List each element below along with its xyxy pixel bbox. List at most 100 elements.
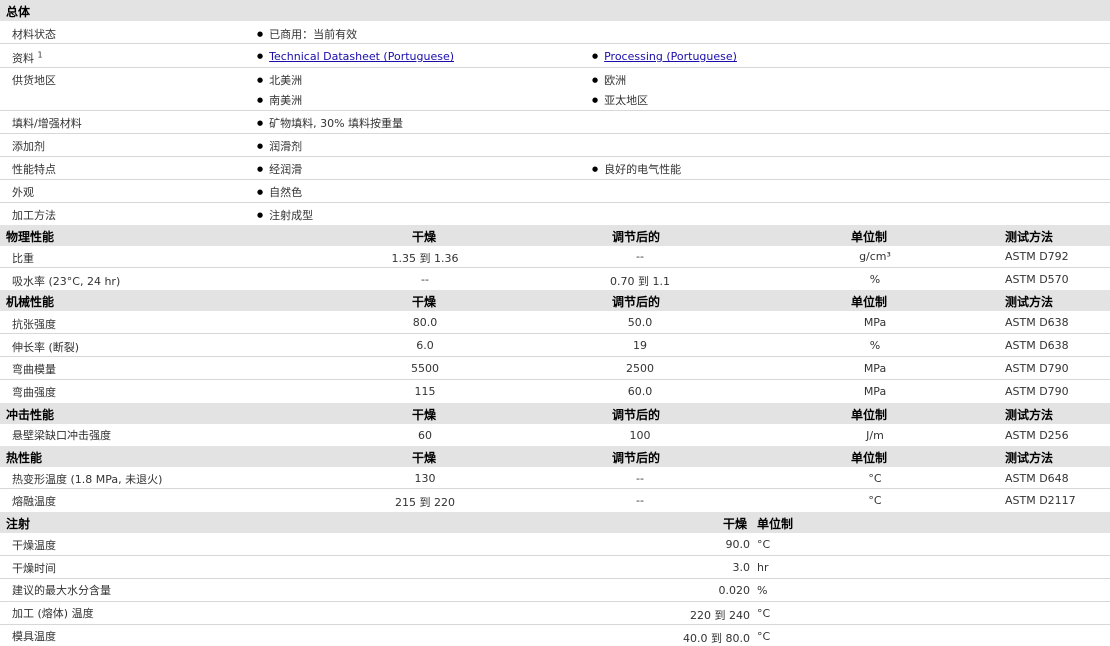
method-value: ASTM D790 [1005, 385, 1069, 398]
unit-value: g/cm³ [859, 250, 891, 263]
row-label: 资料 1 [12, 50, 43, 66]
table-row: 建议的最大水分含量 0.020 % [0, 579, 1110, 602]
section-title-thermal: 热性能 [6, 451, 43, 465]
section-title-physical: 物理性能 [6, 230, 55, 244]
table-row: 吸水率 (23°C, 24 hr) -- 0.70 到 1.1 % ASTM D… [0, 268, 1110, 290]
value: 0.020 [718, 584, 751, 597]
section-title-mechanical: 机械性能 [6, 295, 55, 309]
row-label: 建议的最大水分含量 [12, 584, 111, 597]
row-label: 吸水率 (23°C, 24 hr) [12, 275, 121, 288]
region-item: 亚太地区 [592, 92, 648, 108]
row-label: 外观 [12, 186, 34, 199]
general-row-regions: 供货地区 北美洲 欧洲 南美洲 亚太地区 [0, 68, 1110, 111]
row-value: 经润滑 [257, 161, 302, 177]
region-item: 南美洲 [257, 92, 302, 108]
dry-value: 5500 [411, 362, 439, 375]
general-row-features: 性能特点 经润滑 良好的电气性能 [0, 157, 1110, 180]
row-label: 热变形温度 (1.8 MPa, 未退火) [12, 473, 163, 486]
col-unit: 单位制 [851, 230, 888, 244]
conditioned-value: 100 [629, 429, 651, 442]
row-label: 供货地区 [12, 74, 56, 87]
row-value: 已商用：当前有效 [257, 26, 357, 42]
row-label: 抗张强度 [12, 318, 56, 331]
col-unit: 单位制 [757, 517, 794, 531]
unit-value: MPa [863, 316, 887, 329]
general-row-docs: 资料 1 Technical Datasheet (Portuguese) Pr… [0, 44, 1110, 68]
conditioned-value: -- [636, 472, 644, 485]
conditioned-value: 60.0 [627, 385, 653, 398]
col-method: 测试方法 [1005, 230, 1054, 244]
unit-value: hr [757, 561, 769, 574]
col-dry: 干燥 [412, 451, 437, 465]
unit-value: °C [757, 538, 771, 551]
method-value: ASTM D790 [1005, 362, 1069, 375]
col-dry: 干燥 [412, 230, 437, 244]
table-row: 加工 (熔体) 温度 220 到 240 °C [0, 602, 1110, 625]
row-label: 添加剂 [12, 140, 45, 153]
method-value: ASTM D792 [1005, 250, 1069, 263]
technical-datasheet-link[interactable]: Technical Datasheet (Portuguese) [269, 50, 454, 63]
col-unit: 单位制 [851, 451, 888, 465]
col-unit: 单位制 [851, 408, 888, 422]
method-value: ASTM D2117 [1005, 494, 1076, 507]
doc-link-item: Technical Datasheet (Portuguese) [257, 50, 454, 63]
table-row: 干燥时间 3.0 hr [0, 556, 1110, 579]
general-row-process: 加工方法 注射成型 [0, 203, 1110, 225]
doc-link-item: Processing (Portuguese) [592, 50, 737, 63]
method-value: ASTM D638 [1005, 316, 1069, 329]
section-title-impact: 冲击性能 [6, 408, 55, 422]
dry-value: 1.35 到 1.36 [391, 252, 459, 265]
unit-value: MPa [863, 385, 887, 398]
row-label: 悬壁梁缺口冲击强度 [12, 429, 111, 442]
general-row-appearance: 外观 自然色 [0, 180, 1110, 203]
table-row: 热变形温度 (1.8 MPa, 未退火) 130 -- °C ASTM D648 [0, 467, 1110, 489]
conditioned-value: -- [636, 250, 644, 263]
conditioned-value: 2500 [626, 362, 654, 375]
row-label: 比重 [12, 252, 34, 265]
col-conditioned: 调节后的 [612, 451, 661, 465]
processing-link[interactable]: Processing (Portuguese) [604, 50, 737, 63]
col-dry: 干燥 [723, 517, 748, 531]
row-label: 伸长率 (断裂) [12, 341, 80, 354]
unit-value: °C [868, 494, 882, 507]
general-row-status: 材料状态 已商用：当前有效 [0, 21, 1110, 44]
table-row: 弯曲强度 115 60.0 MPa ASTM D790 [0, 380, 1110, 403]
section-header-physical: 物理性能 干燥 调节后的 单位制 测试方法 [0, 225, 1110, 246]
table-row: 伸长率 (断裂) 6.0 19 % ASTM D638 [0, 334, 1110, 357]
col-unit: 单位制 [851, 295, 888, 309]
row-label: 干燥时间 [12, 562, 56, 575]
section-header-injection: 注射 干燥 单位制 [0, 512, 1110, 533]
value: 40.0 到 80.0 [683, 632, 750, 645]
table-row: 干燥温度 90.0 °C [0, 533, 1110, 556]
dry-value: 6.0 [416, 339, 434, 352]
value: 220 到 240 [690, 609, 750, 622]
region-item: 欧洲 [592, 72, 626, 88]
table-row: 弯曲模量 5500 2500 MPa ASTM D790 [0, 357, 1110, 380]
section-header-thermal: 热性能 干燥 调节后的 单位制 测试方法 [0, 446, 1110, 467]
conditioned-value: 50.0 [627, 316, 653, 329]
col-conditioned: 调节后的 [612, 230, 661, 244]
col-conditioned: 调节后的 [612, 295, 661, 309]
col-method: 测试方法 [1005, 408, 1054, 422]
table-row: 悬壁梁缺口冲击强度 60 100 J/m ASTM D256 [0, 424, 1110, 446]
row-label-text: 资料 [12, 52, 34, 65]
col-method: 测试方法 [1005, 295, 1054, 309]
unit-value: % [869, 273, 881, 286]
unit-value: % [757, 584, 768, 597]
conditioned-value: -- [636, 494, 644, 507]
table-row: 熔融温度 215 到 220 -- °C ASTM D2117 [0, 489, 1110, 512]
method-value: ASTM D570 [1005, 273, 1069, 286]
table-row: 抗张强度 80.0 50.0 MPa ASTM D638 [0, 311, 1110, 334]
method-value: ASTM D638 [1005, 339, 1069, 352]
value: 3.0 [732, 561, 751, 574]
row-value: 润滑剂 [257, 138, 302, 154]
footnote-marker: 1 [37, 50, 43, 60]
row-value: 良好的电气性能 [592, 161, 681, 177]
table-row: 模具温度 40.0 到 80.0 °C [0, 625, 1110, 645]
unit-value: MPa [863, 362, 887, 375]
row-label: 熔融温度 [12, 495, 56, 508]
unit-value: °C [757, 607, 771, 620]
dry-value: 130 [414, 472, 436, 485]
row-label: 模具温度 [12, 630, 56, 643]
col-dry: 干燥 [412, 408, 437, 422]
